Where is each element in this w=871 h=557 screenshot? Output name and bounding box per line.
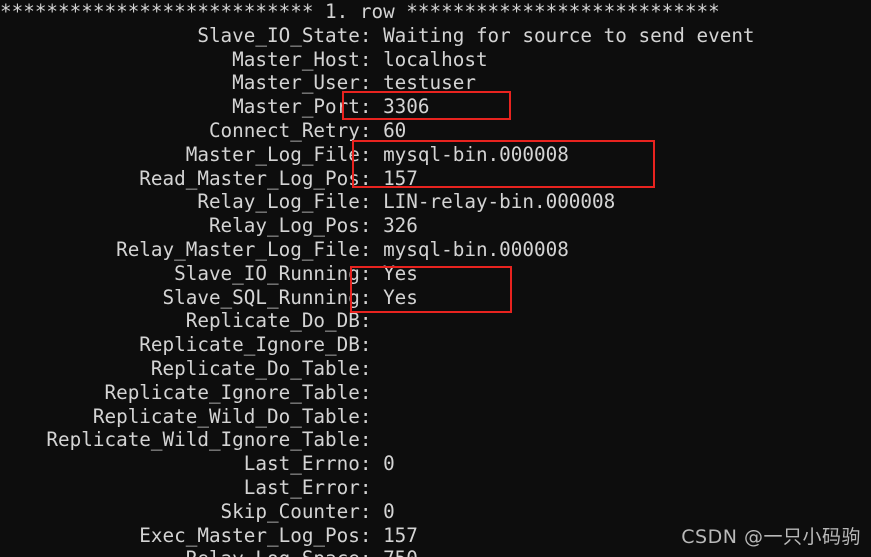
terminal-screenshot: *************************** 1. row *****… [0, 0, 871, 557]
status-field-connect-retry: Connect_Retry: 60 [0, 118, 407, 142]
terminal-output: *************************** 1. row *****… [0, 0, 871, 557]
status-field-relay-master-log-file: Relay_Master_Log_File: mysql-bin.000008 [0, 237, 569, 261]
watermark-text: CSDN @一只小码驹 [681, 526, 861, 548]
status-field-replicate-do-db: Replicate_Do_DB: [0, 309, 384, 333]
status-field-replicate-do-table: Replicate_Do_Table: [0, 356, 384, 380]
status-field-slave-sql-running: Slave_SQL_Running: Yes [0, 285, 418, 309]
status-field-last-errno: Last_Errno: 0 [0, 452, 395, 476]
status-field-replicate-wild-do-table: Replicate_Wild_Do_Table: [0, 404, 384, 428]
status-field-relay-log-pos: Relay_Log_Pos: 326 [0, 214, 418, 238]
status-field-master-log-file: Master_Log_File: mysql-bin.000008 [0, 142, 569, 166]
status-field-slave-io-running: Slave_IO_Running: Yes [0, 261, 418, 285]
status-field-master-port: Master_Port: 3306 [0, 95, 430, 119]
status-field-replicate-ignore-db: Replicate_Ignore_DB: [0, 333, 384, 357]
status-field-replicate-wild-ignore-table: Replicate_Wild_Ignore_Table: [0, 428, 384, 452]
status-field-read-master-log-pos: Read_Master_Log_Pos: 157 [0, 166, 418, 190]
status-field-slave-io-state: Slave_IO_State: Waiting for source to se… [0, 23, 755, 47]
row-header-line: *************************** 1. row *****… [0, 0, 720, 23]
status-field-relay-log-file: Relay_Log_File: LIN-relay-bin.000008 [0, 190, 616, 214]
status-field-master-host: Master_Host: localhost [0, 47, 488, 71]
status-field-skip-counter: Skip_Counter: 0 [0, 499, 395, 523]
status-field-replicate-ignore-table: Replicate_Ignore_Table: [0, 380, 384, 404]
status-field-master-user: Master_User: testuser [0, 71, 476, 95]
status-field-last-error: Last_Error: [0, 475, 384, 499]
